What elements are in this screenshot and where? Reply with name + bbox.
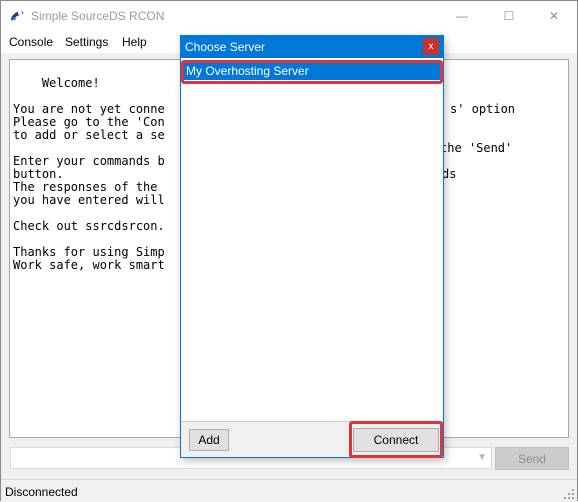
console-fragment: ds: [442, 167, 457, 181]
dialog-close-button[interactable]: x: [423, 38, 439, 55]
close-icon: ✕: [548, 9, 560, 23]
add-button-label: Add: [198, 433, 220, 447]
dialog-title: Choose Server: [185, 40, 266, 54]
server-list[interactable]: My Overhosting Server: [181, 58, 443, 422]
close-icon: x: [428, 41, 434, 52]
status-text: Disconnected: [5, 485, 78, 499]
send-button-label: Send: [517, 451, 547, 466]
minimize-icon: —: [456, 9, 468, 23]
minimize-button[interactable]: —: [439, 1, 485, 31]
app-logo-icon: [11, 11, 24, 21]
status-bar: Disconnected: [1, 479, 577, 502]
menu-console[interactable]: Console: [9, 35, 53, 49]
chevron-down-icon[interactable]: ▼: [477, 452, 487, 463]
resize-grip-icon[interactable]: [563, 488, 575, 500]
selection-highlight-box: [181, 60, 443, 84]
window-title: Simple SourceDS RCON: [31, 9, 165, 23]
add-button[interactable]: Add: [189, 429, 229, 451]
console-fragment: s' option: [450, 102, 516, 116]
maximize-icon: ☐: [503, 9, 515, 23]
send-button[interactable]: Send: [495, 447, 569, 470]
dialog-title-bar: Choose Server x: [181, 36, 443, 58]
menu-settings[interactable]: Settings: [65, 35, 108, 49]
close-button[interactable]: ✕: [531, 1, 577, 31]
maximize-button[interactable]: ☐: [486, 1, 532, 31]
menu-help[interactable]: Help: [122, 35, 147, 49]
console-text: Welcome! You are not yet conne Please go…: [13, 76, 165, 272]
console-fragment: the 'Send': [440, 141, 513, 155]
title-bar: Simple SourceDS RCON — ☐ ✕: [1, 1, 577, 31]
choose-server-dialog: Choose Server x My Overhosting Server Ad…: [180, 35, 444, 458]
connect-highlight-box: [349, 421, 443, 458]
